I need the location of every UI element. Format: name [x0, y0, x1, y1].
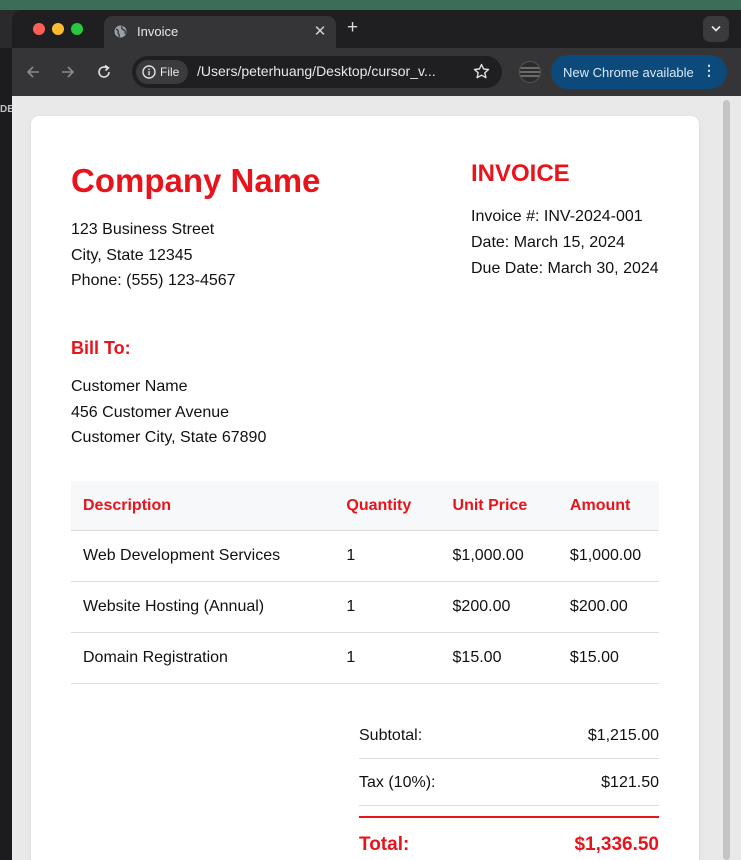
table-row: Website Hosting (Annual) 1 $200.00 $200.… [71, 581, 659, 633]
address-line: City, State 12345 [71, 246, 193, 264]
browser-toolbar: File /Users/peterhuang/Desktop/cursor_v.… [12, 48, 741, 96]
item-unit-price: $1,000.00 [440, 530, 558, 582]
back-icon[interactable] [25, 64, 41, 80]
phone-line: Phone: (555) 123-4567 [71, 272, 236, 289]
globe-icon [114, 25, 127, 38]
info-icon [142, 65, 156, 79]
item-description: Web Development Services [71, 530, 335, 582]
table-row: Web Development Services 1 $1,000.00 $1,… [71, 530, 659, 582]
total-row: Total: $1,336.50 [359, 816, 659, 860]
reload-icon[interactable] [96, 64, 112, 80]
column-header-amount: Amount [557, 481, 659, 531]
site-info-chip[interactable]: File [136, 60, 188, 84]
tab-invoice[interactable]: Invoice ✕ [104, 16, 336, 48]
column-header-unit-price: Unit Price [440, 481, 558, 531]
table-header-row: Description Quantity Unit Price Amount [71, 481, 659, 531]
tax-value: $121.50 [601, 774, 659, 791]
url-text[interactable]: /Users/peterhuang/Desktop/cursor_v... [197, 63, 436, 79]
customer-street: 456 Customer Avenue [71, 403, 230, 421]
kebab-menu-icon[interactable]: ⋮ [702, 63, 716, 77]
item-unit-price: $15.00 [440, 632, 558, 684]
line-items-table: Description Quantity Unit Price Amount W… [71, 481, 659, 684]
item-quantity: 1 [334, 530, 441, 582]
new-chrome-available-button[interactable]: New Chrome available ⋮ [551, 55, 727, 89]
star-icon[interactable] [473, 63, 490, 80]
page-viewport: Company Name 123 Business Street City, S… [12, 96, 741, 860]
total-value: $1,336.50 [574, 834, 659, 855]
avatar-icon [520, 67, 540, 77]
company-name: Company Name [71, 162, 321, 199]
invoice-due-date: Due Date: March 30, 2024 [471, 260, 659, 277]
profile-avatar[interactable] [519, 61, 541, 83]
address-line: 123 Business Street [71, 221, 215, 238]
new-tab-button[interactable]: + [347, 18, 358, 38]
customer-city: Customer City, State 67890 [71, 429, 267, 446]
subtotal-label: Subtotal: [359, 727, 423, 744]
chevron-down-icon [711, 25, 721, 32]
total-label: Total: [359, 834, 410, 855]
update-label: New Chrome available [563, 65, 694, 80]
item-unit-price: $200.00 [440, 581, 558, 633]
window-minimize-button[interactable] [52, 23, 64, 35]
item-amount: $200.00 [557, 581, 659, 633]
bill-to-heading: Bill To: [71, 338, 131, 358]
customer-name: Customer Name [71, 378, 188, 395]
subtotal-value: $1,215.00 [587, 727, 659, 744]
background-window-edge: DE [0, 48, 14, 860]
desktop-menubar-strip [0, 0, 741, 10]
invoice-card: Company Name 123 Business Street City, S… [31, 116, 699, 860]
invoice-meta: Invoice #: INV-2024-001 Date: March 15, … [471, 204, 659, 282]
invoice-title: INVOICE [471, 160, 570, 187]
column-header-description: Description [71, 481, 335, 531]
totals-section: Subtotal: $1,215.00 Tax (10%): $121.50 T… [359, 712, 659, 860]
bill-to-address: Customer Name 456 Customer Avenue Custom… [71, 374, 266, 451]
item-amount: $1,000.00 [557, 530, 659, 582]
browser-tab-bar: Invoice ✕ + [12, 10, 741, 48]
item-quantity: 1 [334, 632, 441, 684]
item-description: Website Hosting (Annual) [71, 581, 335, 633]
page-scrollbar[interactable] [723, 100, 730, 860]
item-quantity: 1 [334, 581, 441, 633]
file-chip-label: File [160, 65, 180, 79]
company-address: 123 Business Street City, State 12345 Ph… [71, 217, 236, 294]
item-amount: $15.00 [557, 632, 659, 684]
column-header-quantity: Quantity [334, 481, 441, 531]
item-description: Domain Registration [71, 632, 335, 684]
close-icon[interactable]: ✕ [312, 22, 328, 40]
subtotal-row: Subtotal: $1,215.00 [359, 712, 659, 759]
forward-icon[interactable] [60, 64, 76, 80]
invoice-number: Invoice #: INV-2024-001 [471, 208, 643, 225]
address-bar[interactable]: File /Users/peterhuang/Desktop/cursor_v.… [132, 56, 502, 88]
tab-search-button[interactable] [703, 16, 729, 42]
invoice-date: Date: March 15, 2024 [471, 234, 625, 251]
tax-row: Tax (10%): $121.50 [359, 759, 659, 806]
tax-label: Tax (10%): [359, 774, 436, 791]
table-row: Domain Registration 1 $15.00 $15.00 [71, 632, 659, 684]
window-maximize-button[interactable] [71, 23, 83, 35]
tab-title: Invoice [137, 24, 179, 39]
window-close-button[interactable] [33, 23, 45, 35]
